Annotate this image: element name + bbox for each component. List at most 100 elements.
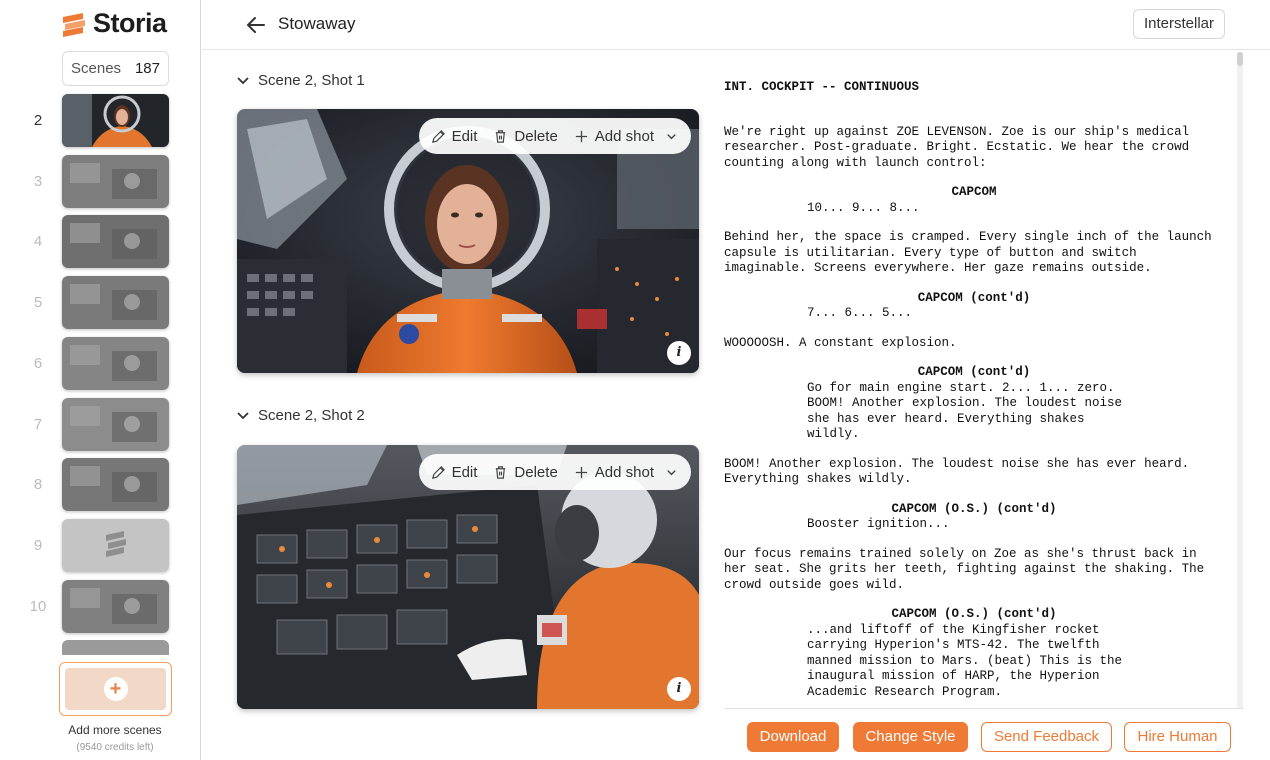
- scene-item[interactable]: 2: [0, 94, 200, 149]
- shot-toolbar: Edit Delete Add shot: [418, 454, 691, 490]
- script-dialogue: 10... 9... 8...: [807, 200, 920, 215]
- script-panel[interactable]: INT. COCKPIT -- CONTINUOUS We're right u…: [724, 60, 1234, 708]
- delete-button[interactable]: Delete: [493, 127, 558, 145]
- scene-thumbnail[interactable]: [62, 518, 169, 572]
- edit-label: Edit: [451, 463, 478, 481]
- scene-item[interactable]: 5: [0, 276, 200, 331]
- scene-item[interactable]: 3: [0, 154, 200, 210]
- change-style-button[interactable]: Change Style: [853, 722, 968, 752]
- pencil-icon: [431, 129, 445, 143]
- script-character: CAPCOM (cont'd): [917, 290, 1031, 305]
- logo-text: Storia: [93, 8, 167, 38]
- edit-button[interactable]: Edit: [431, 463, 478, 481]
- script-dialogue: Go for main engine start. 2... 1... zero…: [807, 380, 1123, 442]
- scene-item[interactable]: 10: [0, 579, 200, 635]
- add-shot-label: Add shot: [594, 463, 654, 481]
- delete-button[interactable]: Delete: [493, 463, 558, 481]
- shot-toolbar: Edit Delete Add shot: [418, 118, 691, 154]
- script-scrollbar[interactable]: [1237, 52, 1243, 708]
- script-dialogue: 7... 6... 5...: [807, 306, 913, 320]
- add-scene-button[interactable]: +: [59, 662, 172, 716]
- add-scene-button-inner[interactable]: +: [65, 668, 166, 710]
- hire-human-button[interactable]: Hire Human: [1124, 722, 1231, 752]
- edit-button[interactable]: Edit: [431, 127, 478, 145]
- add-scenes-label: Add more scenes: [68, 723, 162, 737]
- scene-thumbnail[interactable]: [62, 458, 169, 512]
- scenes-label: Scenes: [71, 60, 122, 77]
- info-icon[interactable]: i: [667, 341, 691, 365]
- scene-thumbnail-partial[interactable]: [62, 640, 169, 655]
- send-feedback-button[interactable]: Send Feedback: [981, 722, 1112, 752]
- add-shot-button[interactable]: Add shot: [574, 464, 679, 481]
- trash-icon: [496, 129, 506, 143]
- script-character: CAPCOM (cont'd): [917, 365, 1031, 379]
- script-action: Our focus remains trained solely on Zoe …: [724, 546, 1205, 592]
- script-action: WOOOOOSH. A constant explosion.: [724, 335, 957, 350]
- page-title: Stowaway: [278, 14, 356, 33]
- info-icon[interactable]: i: [667, 677, 691, 701]
- scene-number: 6: [33, 354, 43, 372]
- chevron-down-icon: [237, 411, 249, 419]
- scene-thumbnail[interactable]: [62, 397, 169, 451]
- scene-number: 10: [29, 597, 47, 615]
- script-action: We're right up against ZOE LEVENSON. Zoe…: [724, 124, 1190, 170]
- script-character: CAPCOM: [951, 185, 997, 199]
- edit-label: Edit: [451, 127, 478, 145]
- scene-number: 7: [33, 415, 43, 433]
- plus-icon: +: [103, 677, 128, 701]
- header: Stowaway Interstellar: [202, 0, 1270, 50]
- scene-thumbnail[interactable]: [62, 215, 169, 269]
- script-dialogue: Booster ignition...: [807, 517, 950, 531]
- scene-thumbnail[interactable]: [62, 154, 169, 208]
- trash-icon: [496, 465, 506, 479]
- script-action: BOOM! Another explosion. The loudest noi…: [724, 456, 1190, 487]
- scene-number: 4: [33, 233, 43, 251]
- shot-header[interactable]: Scene 2, Shot 2: [236, 407, 365, 424]
- scene-thumbnail[interactable]: [62, 579, 169, 633]
- scene-number: 2: [33, 112, 43, 129]
- shot-header[interactable]: Scene 2, Shot 1: [236, 72, 365, 89]
- shot-title: Scene 2, Shot 2: [258, 407, 365, 424]
- logo[interactable]: Storia: [61, 8, 167, 39]
- scene-item[interactable]: 9: [0, 518, 200, 574]
- scene-number: 8: [33, 476, 43, 494]
- script-action: Behind her, the space is cramped. Every …: [724, 230, 1212, 275]
- shot-title: Scene 2, Shot 1: [258, 72, 365, 89]
- scene-number: 5: [33, 294, 43, 312]
- scene-item[interactable]: 4: [0, 215, 200, 270]
- scene-item[interactable]: 8: [0, 458, 200, 513]
- add-shot-label: Add shot: [594, 127, 654, 145]
- scenes-counter: Scenes 187: [62, 51, 169, 86]
- download-button[interactable]: Download: [747, 722, 839, 752]
- scene-thumbnail[interactable]: [62, 276, 169, 330]
- back-arrow-icon[interactable]: [244, 13, 268, 37]
- script-slugline: INT. COCKPIT -- CONTINUOUS: [724, 79, 920, 94]
- pencil-icon: [431, 465, 445, 479]
- scene-thumbnail[interactable]: [62, 336, 169, 390]
- sidebar: Storia Scenes 187 2 3 4 5 6 7 8 9 10 + Add more …: [0, 0, 201, 760]
- scene-thumbnail[interactable]: [62, 94, 169, 147]
- scenes-count: 187: [134, 60, 160, 77]
- plus-icon: [575, 466, 587, 478]
- shot-image[interactable]: Edit Delete Add shot i: [237, 445, 699, 709]
- script-character: CAPCOM (O.S.) (cont'd): [891, 501, 1057, 516]
- chevron-down-icon: [237, 76, 249, 84]
- chevron-down-icon[interactable]: [664, 129, 679, 144]
- scene-number: 9: [33, 536, 43, 554]
- script-character: CAPCOM (O.S.) (cont'd): [891, 607, 1057, 621]
- style-chip[interactable]: Interstellar: [1132, 9, 1225, 39]
- divider: [724, 708, 1244, 709]
- storia-logo-icon: [63, 12, 85, 37]
- delete-label: Delete: [514, 127, 558, 145]
- scene-number: 3: [33, 172, 43, 190]
- chevron-down-icon[interactable]: [664, 465, 679, 480]
- script-scrollbar-thumb[interactable]: [1237, 52, 1243, 66]
- add-shot-button[interactable]: Add shot: [574, 128, 679, 145]
- shot-image[interactable]: Edit Delete Add shot i: [237, 109, 699, 373]
- scene-item[interactable]: 7: [0, 397, 200, 453]
- delete-label: Delete: [514, 463, 558, 481]
- plus-icon: [575, 130, 587, 142]
- scene-item[interactable]: 6: [0, 336, 200, 392]
- script-dialogue: ...and liftoff of the Kingfisher rocket …: [807, 622, 1123, 699]
- credits-label: (9540 credits left): [76, 742, 154, 753]
